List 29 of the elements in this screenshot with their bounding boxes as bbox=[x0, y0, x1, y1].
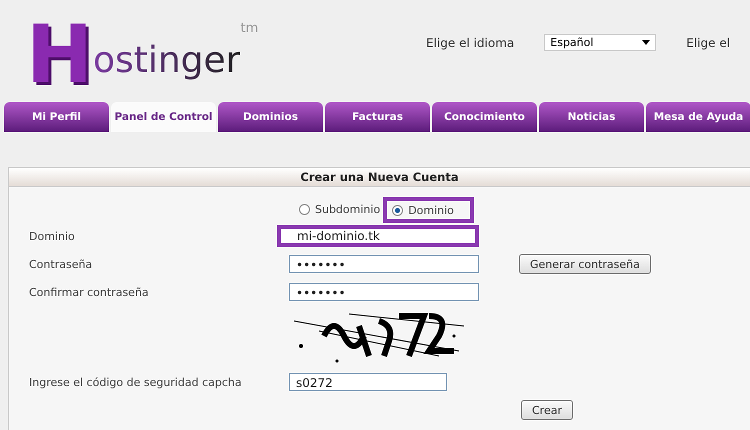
field-label: Contraseña bbox=[28, 258, 94, 270]
nav-tab[interactable]: Dominios bbox=[218, 102, 323, 132]
text-field[interactable]: ••••••• bbox=[289, 283, 479, 301]
language-select[interactable]: Español bbox=[544, 34, 656, 51]
radio-label: Dominio bbox=[408, 204, 454, 217]
language-label: Elige el bbox=[686, 36, 730, 50]
field-label: Dominio bbox=[28, 230, 76, 242]
generate-password-button[interactable]: Generar contraseña bbox=[519, 254, 651, 274]
nav-tab[interactable]: Panel de Control bbox=[111, 102, 216, 132]
captcha-field[interactable]: s0272 bbox=[289, 373, 447, 391]
nav-tab[interactable]: Facturas bbox=[325, 102, 430, 132]
language-label: Elige el idioma bbox=[426, 36, 514, 50]
nav-tab[interactable]: Mi Perfil bbox=[4, 102, 109, 132]
nav-tab[interactable]: Conocimiento bbox=[432, 102, 537, 132]
field-label: Ingrese el código de seguridad capcha bbox=[28, 376, 243, 388]
caret-icon bbox=[642, 40, 650, 45]
radio-option[interactable]: Subdominio bbox=[294, 201, 386, 218]
radio-button[interactable] bbox=[299, 204, 310, 215]
text-field[interactable]: mi-dominio.tk bbox=[277, 225, 479, 247]
text-field[interactable]: ••••••• bbox=[289, 255, 479, 273]
trademark-mark: tm bbox=[240, 21, 258, 36]
panel-title: Crear una Nueva Cuenta bbox=[9, 168, 750, 187]
nav-tab[interactable]: Noticias bbox=[539, 102, 644, 132]
create-button[interactable]: Crear bbox=[521, 400, 573, 420]
radio-label: Subdominio bbox=[315, 203, 380, 216]
field-label: Confirmar contraseña bbox=[28, 286, 150, 298]
nav-tab[interactable]: Mesa de Ayuda bbox=[646, 102, 750, 132]
logo-letter: H bbox=[26, 15, 93, 95]
radio-button[interactable] bbox=[392, 205, 404, 216]
